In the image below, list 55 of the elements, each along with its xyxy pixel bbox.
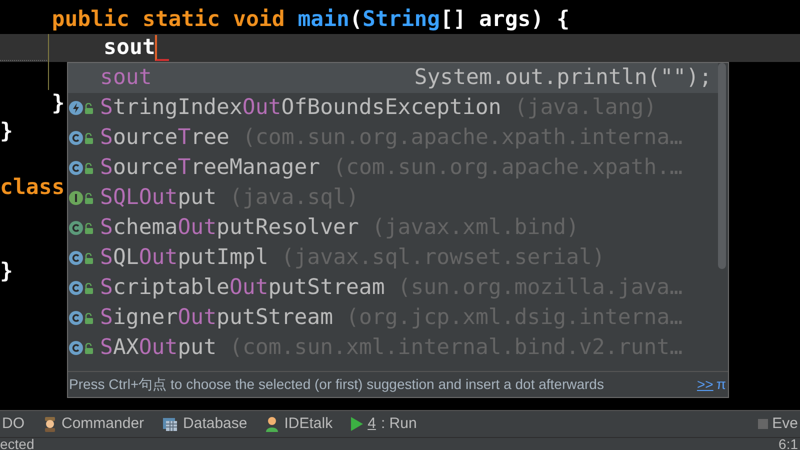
unlocked-padlock-icon	[84, 192, 94, 204]
code-text: main	[298, 6, 350, 34]
unlocked-padlock-icon	[84, 162, 94, 174]
suggestion-name: SourceTreeManager	[100, 154, 320, 182]
class-icon	[69, 221, 83, 235]
class-icon	[69, 311, 83, 325]
table-icon	[162, 416, 178, 432]
class-icon	[69, 281, 83, 295]
pin-icon[interactable]: π	[716, 374, 726, 396]
template-description: System.out.println("");	[414, 64, 713, 92]
tool-window-button[interactable]: Eve	[758, 412, 798, 436]
code-text: sout	[102, 34, 156, 62]
code-text: (	[350, 6, 362, 34]
suggestion-name: SQLOutputImpl	[100, 244, 268, 272]
suggestion-name: SchemaOutputResolver	[100, 214, 359, 242]
unlocked-padlock-icon	[84, 252, 94, 264]
suggestion-name: SAXOutput	[100, 334, 217, 362]
suggestion-name: sout	[100, 64, 152, 92]
unlocked-padlock-icon	[84, 312, 94, 324]
interface-icon	[69, 191, 83, 205]
code-text: [] args) {	[440, 6, 570, 34]
lightning-icon	[69, 101, 83, 115]
suggestion-name: ScriptableOutputStream	[100, 274, 385, 302]
caret-position: 6:1	[778, 438, 798, 450]
hint-text: Press Ctrl+句点 to choose the selected (or first) suggestion and insert a dot afterwards	[69, 375, 604, 394]
tool-window-button[interactable]: Commander	[42, 412, 144, 436]
code-text: }	[0, 258, 13, 286]
code-text: }	[50, 90, 65, 118]
hint-link[interactable]: >>	[696, 374, 714, 396]
suggestion-name: SQLOutput	[100, 184, 217, 212]
person-icon	[265, 416, 280, 432]
unlocked-padlock-icon	[84, 102, 94, 114]
code-text: class	[0, 174, 65, 202]
tool-window-button[interactable]: 4 : Run	[350, 412, 417, 436]
code-text: public static void	[50, 6, 286, 34]
class-icon	[69, 251, 83, 265]
tool-window-button[interactable]: Database	[162, 412, 248, 436]
class-icon	[69, 341, 83, 355]
suggestion-name: SourceTree	[100, 124, 230, 152]
code-text: String	[362, 6, 440, 34]
unlocked-padlock-icon	[84, 282, 94, 294]
tool-window-button[interactable]: DO	[2, 412, 24, 436]
tool-window-button[interactable]: IDEtalk	[265, 412, 333, 436]
suggestion-item[interactable]: sout System.out.println("");	[68, 63, 720, 93]
suggestion-name: StringIndexOutOfBoundsException	[100, 94, 502, 122]
status-text: ected	[0, 438, 34, 450]
unlocked-padlock-icon	[84, 342, 94, 354]
code-text: }	[0, 118, 13, 146]
officer-icon	[42, 416, 56, 432]
play-icon	[350, 417, 363, 431]
unlocked-padlock-icon	[84, 222, 94, 234]
class-icon	[69, 161, 83, 175]
class-icon	[69, 131, 83, 145]
suggestion-name: SignerOutputStream	[100, 304, 334, 332]
unlocked-padlock-icon	[84, 132, 94, 144]
